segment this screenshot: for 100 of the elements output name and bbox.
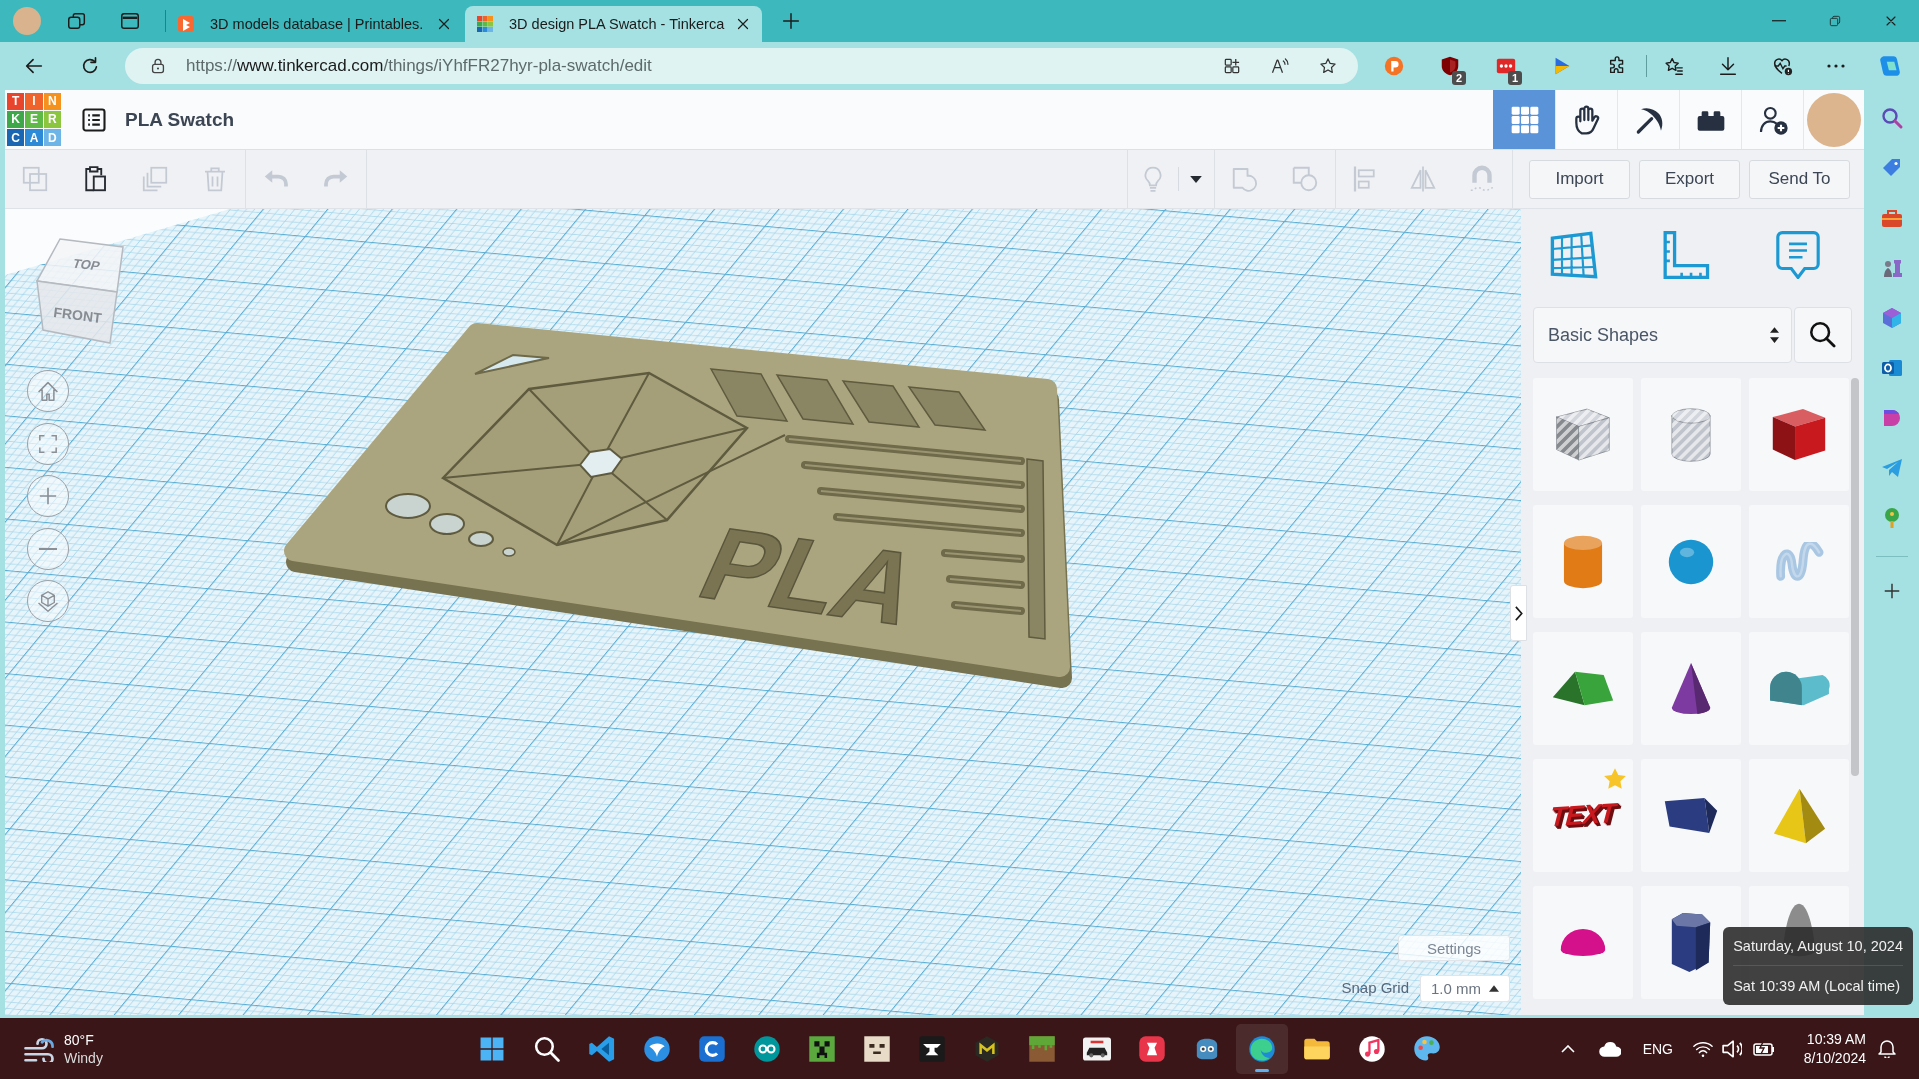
favicon-icon (477, 16, 493, 32)
taskbar-app-button[interactable] (1236, 1023, 1288, 1074)
pixel-face-icon (808, 1034, 836, 1063)
minimize-icon[interactable] (1772, 20, 1786, 22)
tooltip-text: Saturday, August 10, 2024 (1733, 937, 1903, 955)
address-field[interactable]: https://www.tinkercad.com/things/iYhfFR27hyr-pla-swatch/edit (125, 48, 1358, 84)
palette-icon (1413, 1034, 1441, 1063)
weather-condition: Windy (64, 1048, 103, 1067)
design-title[interactable]: PLA Swatch (125, 108, 235, 131)
shape-tile[interactable] (1749, 759, 1849, 872)
logo-letter[interactable]: C (7, 129, 25, 147)
wifi-icon[interactable] (1693, 1039, 1713, 1058)
shape-tile[interactable] (1533, 505, 1633, 618)
battery-icon[interactable] (1753, 1041, 1775, 1056)
app-grid-plus-icon[interactable] (1222, 56, 1242, 76)
pixel-face-icon (863, 1034, 891, 1063)
shape-tile[interactable] (1641, 759, 1741, 872)
caret-down-icon[interactable] (1190, 175, 1202, 183)
search-button[interactable] (1794, 307, 1852, 363)
search-icon[interactable] (1879, 106, 1904, 130)
home-icon (38, 381, 58, 401)
count-badge: 1 (1508, 71, 1522, 85)
home-view-button[interactable] (27, 370, 69, 412)
shape-tile[interactable]: TEXT (1533, 759, 1633, 872)
frame-corners-icon (39, 434, 57, 453)
logo-letter[interactable]: A (25, 129, 43, 147)
grid-plane-icon[interactable] (1550, 231, 1598, 279)
more-icon[interactable] (1827, 64, 1845, 68)
grass-block-icon (1028, 1034, 1056, 1063)
shape-tile[interactable] (1641, 632, 1741, 745)
panel-toggle-button[interactable] (1510, 585, 1527, 641)
export-button[interactable]: Export (1639, 159, 1740, 199)
restore-icon[interactable] (1827, 13, 1843, 29)
read-aloud-icon[interactable] (1270, 56, 1290, 76)
star-list-icon[interactable] (1663, 55, 1685, 77)
swatch-plate-drawing[interactable] (284, 323, 1072, 688)
square-app-icon (698, 1034, 726, 1063)
search-icon (533, 1034, 561, 1063)
circle-app-icon (643, 1034, 671, 1063)
plus-icon (39, 487, 57, 505)
download-icon[interactable] (1717, 55, 1739, 77)
chevron-right-icon (1514, 605, 1523, 621)
ribbon-app-icon (588, 1034, 616, 1063)
caret-up-icon (1489, 985, 1499, 992)
search-icon (1810, 322, 1836, 348)
circle-app-icon[interactable] (1383, 55, 1405, 77)
infinity-app-icon (753, 1034, 781, 1063)
bell-icon[interactable] (1878, 1039, 1896, 1058)
shape-tile[interactable] (1641, 378, 1741, 491)
import-button[interactable]: Import (1529, 159, 1630, 199)
caret-up-icon[interactable] (1560, 1044, 1575, 1053)
minus-icon (39, 547, 57, 550)
wind-icon[interactable] (24, 1035, 54, 1062)
engraved-text: PLA (683, 506, 939, 646)
view-mode-button[interactable] (27, 580, 69, 622)
shape-tile[interactable] (1533, 886, 1633, 999)
count-badge: 2 (1452, 71, 1466, 85)
tooltip-text: Sat 10:39 AM (Local time) (1733, 977, 1901, 995)
logo-letter[interactable]: K (7, 110, 25, 129)
send-to-button[interactable]: Send To (1749, 159, 1850, 199)
shape-tile[interactable] (1749, 378, 1849, 491)
scrollbar-thumb[interactable] (1851, 378, 1859, 776)
anvil-icon (918, 1034, 946, 1063)
shape-tile[interactable] (1533, 632, 1633, 745)
plus-icon[interactable] (1883, 583, 1900, 599)
shape-tile[interactable] (1749, 505, 1849, 618)
browser-tab[interactable]: 3D design PLA Swatch - Tinkerca (465, 6, 762, 42)
overlapping-squares-icon[interactable] (66, 10, 88, 32)
window-icon[interactable] (119, 10, 141, 32)
logo-letter[interactable]: I (25, 92, 43, 110)
sort-caret-icon (1770, 327, 1779, 343)
snap-grid-dropdown[interactable]: 1.0 mm (1420, 975, 1510, 1002)
heart-pulse-icon[interactable] (1771, 55, 1793, 77)
browser-tab[interactable]: 3D models database | Printables. (166, 6, 463, 42)
category-select[interactable]: Basic Shapes (1533, 307, 1792, 363)
cube-face-label: TOP (70, 255, 103, 274)
hexagon-app-icon (973, 1034, 1001, 1063)
volume-icon[interactable] (1722, 1039, 1742, 1058)
language-indicator[interactable]: ENG (1642, 1040, 1673, 1057)
cube-icon (38, 590, 58, 612)
logo-letter[interactable]: T (7, 92, 25, 110)
rounded-square-app-icon (1138, 1034, 1166, 1063)
ruler-icon[interactable] (1662, 231, 1710, 279)
cube-face-label: FRONT (52, 304, 103, 326)
plus-icon[interactable] (780, 10, 802, 32)
clock-date[interactable]: 8/10/2024 (1803, 1048, 1866, 1068)
cloud-icon[interactable] (1598, 1040, 1621, 1057)
star-icon[interactable] (1318, 56, 1338, 76)
music-note-icon (1358, 1034, 1386, 1063)
clock-time[interactable]: 10:39 AM (1806, 1029, 1866, 1049)
3d-text-label: TEXT (1549, 797, 1617, 834)
settings-button[interactable]: Settings (1398, 935, 1510, 961)
shape-tile[interactable] (1641, 505, 1741, 618)
favicon-icon (178, 16, 194, 32)
shape-tile[interactable] (1749, 632, 1849, 745)
list-icon[interactable] (80, 105, 108, 134)
note-bubble-icon[interactable] (1774, 231, 1822, 279)
browser-swirl-icon (1248, 1034, 1276, 1063)
weather-temperature: 80°F (64, 1030, 95, 1049)
shape-tile[interactable] (1533, 378, 1633, 491)
